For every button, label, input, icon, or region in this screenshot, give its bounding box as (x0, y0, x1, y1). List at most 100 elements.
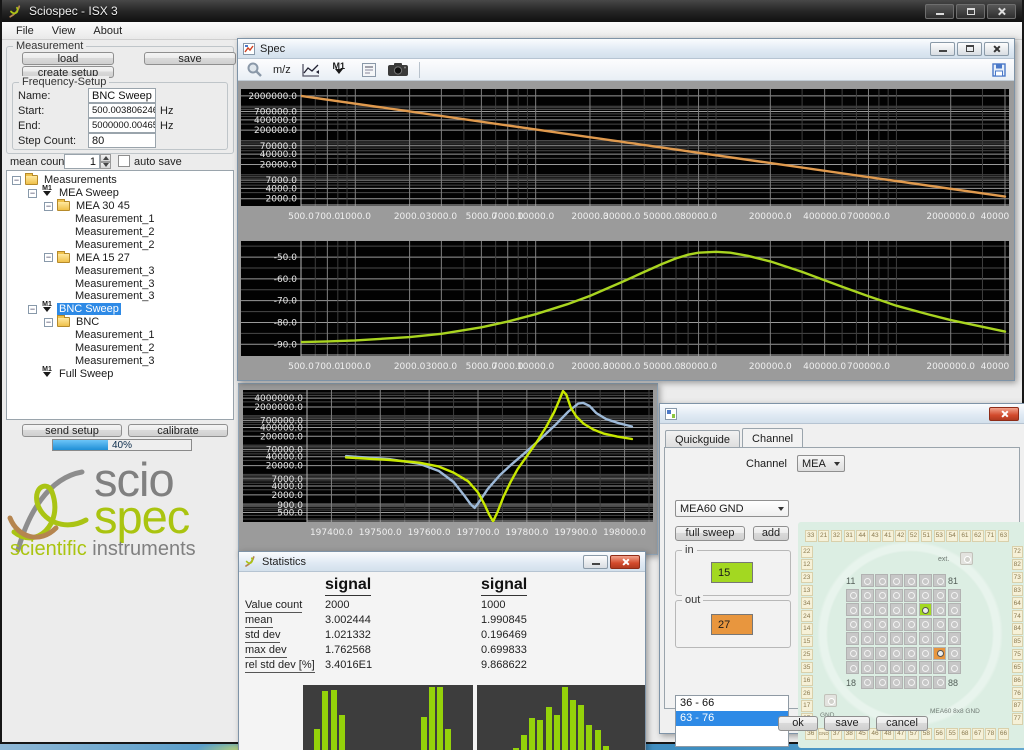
tree-item[interactable]: Measurement_2 (7, 238, 233, 251)
mea-electrode[interactable] (904, 661, 917, 674)
mea-electrode[interactable] (890, 632, 903, 645)
tree-item[interactable]: −MEA 15 27 (7, 251, 233, 264)
spec-minimize-button[interactable] (930, 42, 955, 56)
mea-electrode[interactable] (861, 574, 874, 587)
mea-electrode[interactable] (875, 574, 888, 587)
mea-electrode[interactable] (875, 618, 888, 631)
mea-electrode[interactable] (933, 661, 946, 674)
mea-electrode[interactable] (846, 647, 859, 660)
mea-electrode[interactable] (890, 647, 903, 660)
mean-count-input[interactable]: 1 (64, 154, 100, 169)
tree-expander-icon[interactable]: − (44, 253, 53, 262)
mea-electrode[interactable] (875, 647, 888, 660)
tree-expander-icon[interactable]: − (12, 176, 21, 185)
mea-electrode[interactable] (861, 589, 874, 602)
m1-tool-icon[interactable]: M1 (331, 62, 347, 78)
mea-electrode[interactable] (846, 589, 859, 602)
menu-about[interactable]: About (85, 24, 130, 38)
tree-item[interactable]: Measurement_3 (7, 354, 233, 367)
statistics-minimize-button[interactable] (583, 555, 608, 569)
close-button[interactable] (987, 4, 1016, 19)
menu-file[interactable]: File (8, 24, 42, 38)
tree-item[interactable]: Measurement_3 (7, 277, 233, 290)
tab-channel[interactable]: Channel (742, 428, 803, 447)
mea-electrode[interactable] (875, 661, 888, 674)
mea-electrode[interactable] (933, 589, 946, 602)
mea-electrode[interactable] (875, 632, 888, 645)
save-plot-icon[interactable] (992, 63, 1006, 77)
mea-electrode[interactable] (919, 676, 932, 689)
mea-electrode[interactable] (919, 589, 932, 602)
mz-tool-label[interactable]: m/z (273, 64, 291, 76)
mea-electrode[interactable] (904, 574, 917, 587)
range-list-item[interactable]: 63 - 76 (676, 711, 788, 726)
tree-expander-icon[interactable]: − (28, 305, 37, 314)
mea-electrode[interactable] (861, 647, 874, 660)
mea-electrode[interactable] (890, 574, 903, 587)
tree-item[interactable]: Measurement_2 (7, 226, 233, 239)
zoom-tool-icon[interactable] (246, 61, 263, 78)
add-button[interactable]: add (753, 526, 789, 541)
save-button[interactable]: save (144, 52, 236, 65)
statistics-titlebar[interactable]: Statistics (239, 552, 645, 572)
mea-electrode[interactable] (904, 676, 917, 689)
calibrate-button[interactable]: calibrate (128, 424, 228, 437)
channel-type-combo[interactable]: MEA (797, 455, 845, 472)
step-count-input[interactable]: 80 (88, 133, 156, 148)
mea-electrode[interactable] (948, 661, 961, 674)
mea-electrode[interactable] (890, 589, 903, 602)
mea-electrode[interactable] (890, 618, 903, 631)
range-list[interactable]: 36 - 6663 - 76 (675, 695, 789, 747)
mea-electrode[interactable] (948, 589, 961, 602)
save-channel-button[interactable]: save (824, 716, 870, 731)
name-input[interactable]: BNC Sweep (88, 88, 156, 103)
tree-item[interactable]: Measurement_3 (7, 290, 233, 303)
channel-titlebar[interactable] (660, 404, 1024, 424)
mea-electrode[interactable] (919, 661, 932, 674)
menu-view[interactable]: View (44, 24, 84, 38)
mea-electrode[interactable] (861, 676, 874, 689)
minimize-button[interactable] (925, 4, 954, 19)
tree-item[interactable]: −BNC (7, 316, 233, 329)
tree-item[interactable]: Measurement_1 (7, 213, 233, 226)
magnitude-plot[interactable]: 2000000.0700000.0400000.0200000.070000.0… (241, 89, 1009, 226)
in-channel-value[interactable]: 15 (711, 562, 753, 583)
measurement-tree[interactable]: −Measurements−M1MEA Sweep−MEA 30 45Measu… (6, 170, 234, 420)
mea-electrode[interactable] (933, 618, 946, 631)
channel-close-button[interactable] (989, 407, 1019, 421)
mean-count-stepper[interactable] (100, 154, 111, 169)
send-setup-button[interactable]: send setup (22, 424, 122, 437)
start-input[interactable]: 500.00380624668 (88, 103, 156, 118)
mea-electrode[interactable] (904, 589, 917, 602)
full-sweep-button[interactable]: full sweep (675, 526, 745, 541)
mea-electrode[interactable] (875, 589, 888, 602)
load-button[interactable]: load (22, 52, 114, 65)
end-input[interactable]: 5000000.0046556 (88, 118, 156, 133)
resonance-plot[interactable]: 4000000.02000000.0700000.0400000.0200000… (243, 390, 653, 542)
camera-tool-icon[interactable] (387, 62, 409, 77)
mea-electrode[interactable] (919, 618, 932, 631)
mea-electrode[interactable] (919, 647, 932, 660)
mea-electrode-out[interactable] (933, 647, 946, 660)
mea-electrode-in[interactable] (919, 603, 932, 616)
mea-electrode[interactable] (919, 632, 932, 645)
mea-electrode[interactable] (875, 676, 888, 689)
spec-close-button[interactable] (984, 42, 1009, 56)
mea-electrode[interactable] (861, 632, 874, 645)
tree-item[interactable]: −MEA 30 45 (7, 200, 233, 213)
mea-electrode[interactable] (948, 618, 961, 631)
stepper-down-icon[interactable] (100, 162, 111, 170)
tree-item[interactable]: Measurement_3 (7, 264, 233, 277)
mea-electrode[interactable] (890, 603, 903, 616)
tree-item[interactable]: Measurement_2 (7, 342, 233, 355)
mea-electrode[interactable] (890, 676, 903, 689)
mea-electrode[interactable] (948, 632, 961, 645)
mea-electrode[interactable] (948, 647, 961, 660)
tree-item[interactable]: −M1BNC Sweep (7, 303, 233, 316)
tree-expander-icon[interactable]: − (44, 318, 53, 327)
cancel-button[interactable]: cancel (876, 716, 928, 731)
mea-electrode[interactable] (875, 603, 888, 616)
spec-maximize-button[interactable] (957, 42, 982, 56)
tree-item[interactable]: M1Full Sweep (7, 367, 233, 380)
mea-electrode[interactable] (846, 603, 859, 616)
